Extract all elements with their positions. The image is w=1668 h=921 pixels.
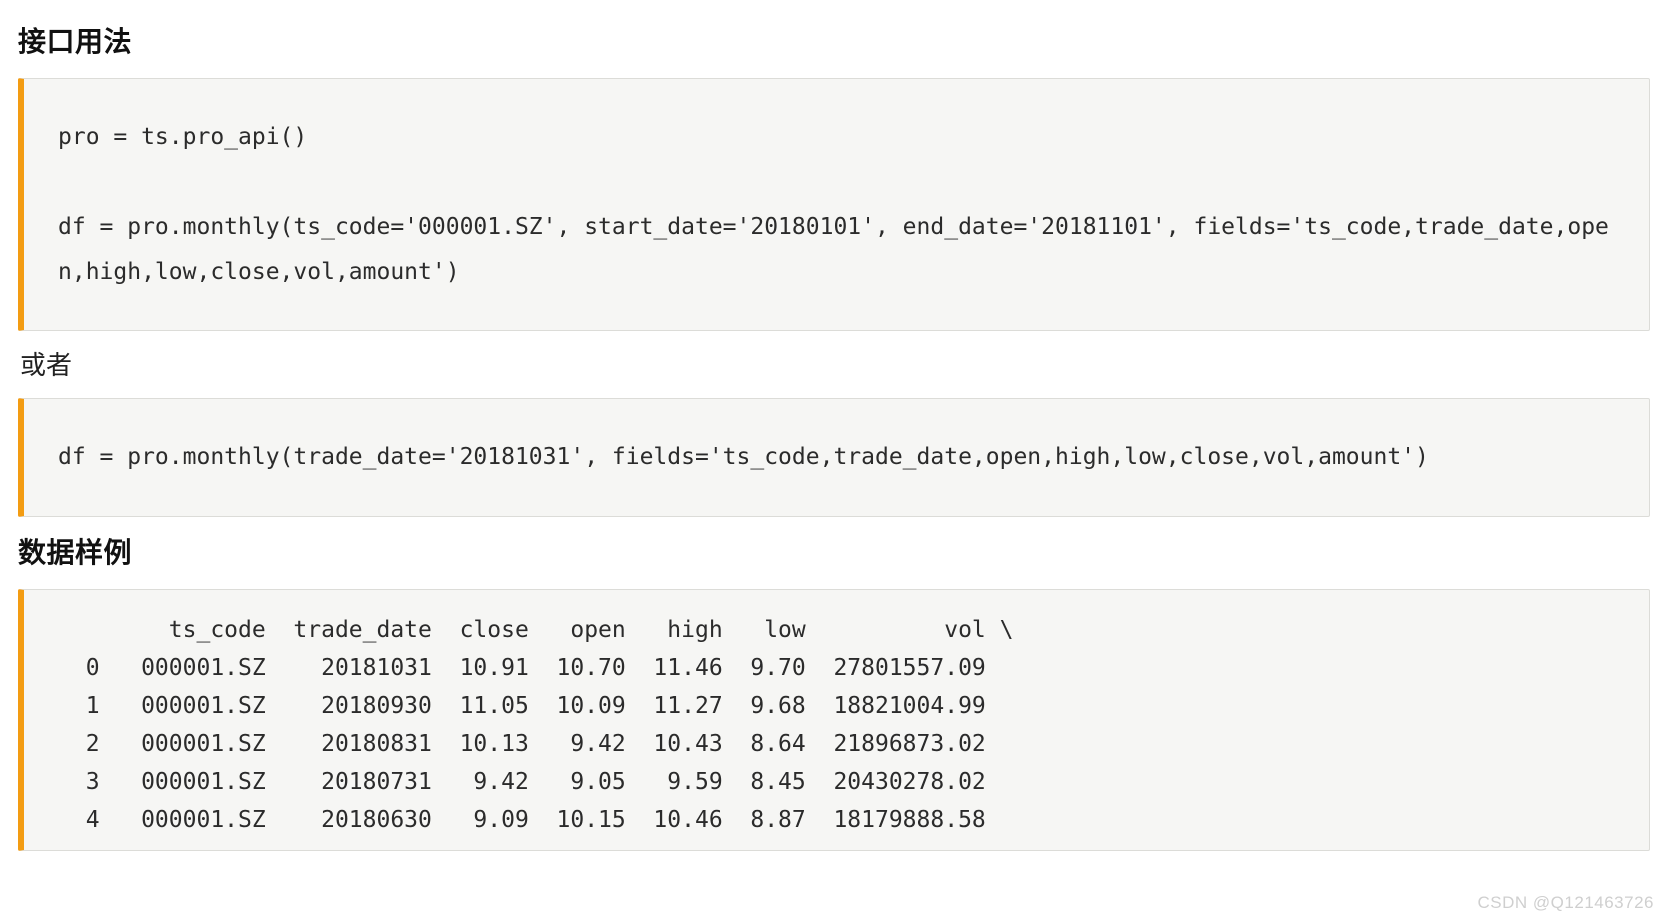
sample-output-block: ts_code trade_date close open high low v… <box>18 589 1650 851</box>
heading-sample: 数据样例 <box>18 531 1650 571</box>
code-block-1: pro = ts.pro_api() df = pro.monthly(ts_c… <box>18 78 1650 331</box>
watermark: CSDN @Q121463726 <box>1478 893 1654 913</box>
or-label: 或者 <box>20 345 1650 382</box>
code-block-2: df = pro.monthly(trade_date='20181031', … <box>18 398 1650 517</box>
heading-usage: 接口用法 <box>18 20 1650 60</box>
